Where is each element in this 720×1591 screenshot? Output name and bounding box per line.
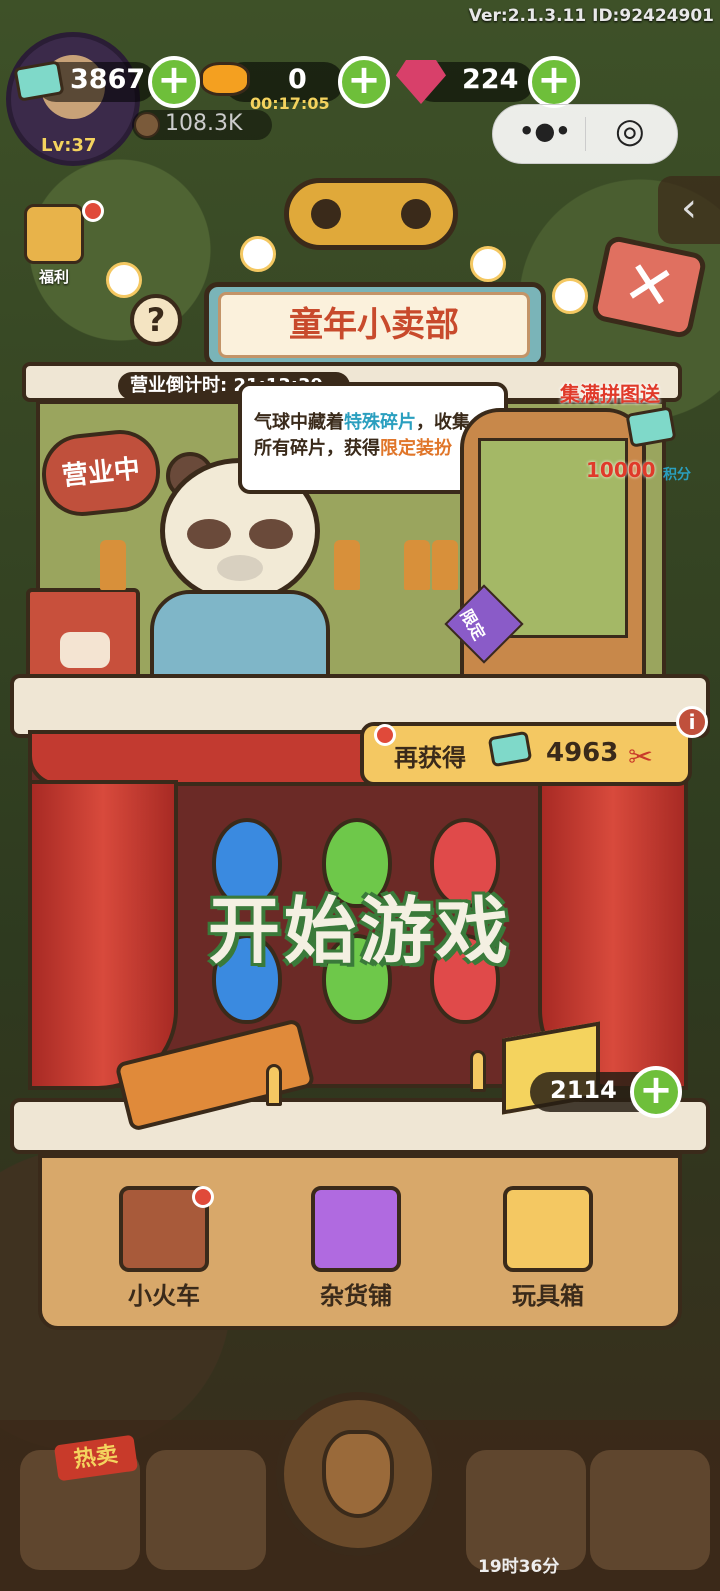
more-menu-icon[interactable]: •●• bbox=[519, 117, 571, 145]
acorn-icon bbox=[322, 1430, 394, 1518]
gem-count: 224 bbox=[462, 64, 519, 95]
panda-beard bbox=[217, 555, 263, 581]
grocery-button[interactable]: 杂货铺 bbox=[286, 1186, 426, 1311]
puzzle-points-unit: 积分 bbox=[663, 467, 691, 483]
puzzle-points: 10000 bbox=[586, 458, 656, 482]
train-red-dot bbox=[192, 1186, 214, 1208]
puzzle-reward-tag: 集满拼图送 bbox=[560, 382, 660, 406]
flower-icon bbox=[470, 246, 506, 282]
candy-timer: 00:17:05 bbox=[250, 94, 330, 113]
candy-count: 0 bbox=[288, 64, 307, 95]
reward-label: 再获得 bbox=[394, 744, 466, 772]
panda-body bbox=[150, 590, 330, 682]
flower-icon bbox=[240, 236, 276, 272]
shopping-bag-icon bbox=[311, 1186, 401, 1272]
acorn-main-button[interactable] bbox=[276, 1392, 440, 1556]
curtain-left bbox=[28, 780, 178, 1090]
bullet-icon bbox=[470, 1050, 486, 1092]
grocery-label: 杂货铺 bbox=[320, 1282, 392, 1310]
soda-crate bbox=[26, 588, 140, 680]
candy-icon bbox=[200, 62, 250, 96]
toy-box-icon bbox=[503, 1186, 593, 1272]
bottle-icon bbox=[100, 540, 126, 590]
flower-icon bbox=[552, 278, 588, 314]
bottle-icon bbox=[432, 540, 458, 590]
gift-icon bbox=[24, 204, 84, 264]
reward-value: 4963 bbox=[546, 738, 619, 768]
acorn-icon bbox=[134, 112, 160, 138]
ticket-count: 3867 bbox=[70, 64, 146, 95]
knot-hole-right bbox=[401, 199, 431, 229]
add-ammo-button[interactable]: + bbox=[630, 1066, 682, 1118]
miniprogram-capsule: •●• ◎ bbox=[492, 104, 678, 164]
capsule-divider bbox=[585, 117, 586, 151]
reward-red-dot bbox=[374, 724, 396, 746]
help-button[interactable]: ? bbox=[130, 294, 182, 346]
hint-line-2: 所有碎片，获得限定装扮 bbox=[254, 438, 452, 459]
knot-hole-left bbox=[311, 199, 341, 229]
bow-knot-decoration bbox=[284, 178, 458, 250]
flower-icon bbox=[106, 262, 142, 298]
add-candy-button[interactable]: + bbox=[338, 56, 390, 108]
close-app-icon[interactable]: ◎ bbox=[615, 111, 645, 151]
bottle-icon bbox=[334, 540, 360, 590]
add-gem-button[interactable]: + bbox=[528, 56, 580, 108]
shop-title: 童年小卖部 bbox=[218, 292, 530, 358]
hint-line-1: 气球中藏着特殊碎片，收集 bbox=[254, 412, 470, 433]
train-button[interactable]: 小火车 bbox=[94, 1186, 234, 1311]
collapse-side-button[interactable]: ‹ bbox=[658, 176, 720, 244]
bullet-icon bbox=[266, 1064, 282, 1106]
player-level: Lv:37 bbox=[41, 135, 97, 156]
tree-timer: 19时36分 bbox=[478, 1557, 560, 1577]
toybox-label: 玩具箱 bbox=[512, 1282, 584, 1310]
panda-eye-left bbox=[187, 519, 231, 549]
train-label: 小火车 bbox=[128, 1282, 200, 1310]
add-ticket-button[interactable]: + bbox=[148, 56, 200, 108]
house-icon[interactable] bbox=[590, 1450, 710, 1570]
start-game-button[interactable]: 开始游戏 bbox=[170, 872, 550, 977]
ammo-count: 2114 bbox=[550, 1076, 617, 1104]
acorn-count: 108.3K bbox=[165, 111, 243, 136]
info-button[interactable]: i bbox=[676, 706, 708, 738]
welfare-red-dot bbox=[82, 200, 104, 222]
beer-mug-icon[interactable] bbox=[146, 1450, 266, 1570]
scissors-icon: ✂ bbox=[628, 740, 654, 775]
panda-eye-right bbox=[249, 519, 293, 549]
cat-face-icon bbox=[60, 632, 110, 668]
side-welfare[interactable]: 福利 bbox=[14, 204, 94, 287]
bottle-icon bbox=[404, 540, 430, 590]
version-label: Ver:2.1.3.11 ID:92424901 bbox=[468, 6, 714, 26]
side-welfare-label: 福利 bbox=[38, 268, 69, 286]
toybox-button[interactable]: 玩具箱 bbox=[478, 1186, 618, 1311]
